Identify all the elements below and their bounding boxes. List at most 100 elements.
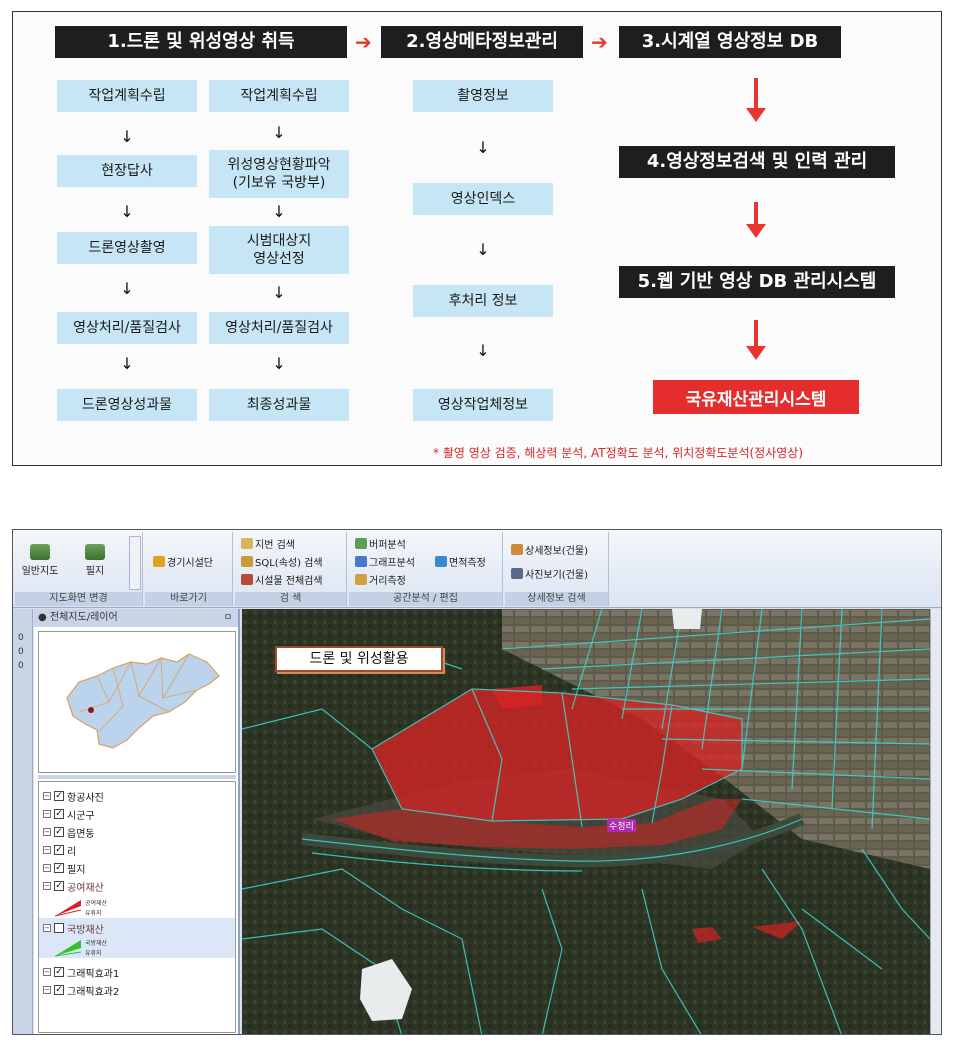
layer-item-defense-property[interactable]: − 국방재산: [43, 920, 104, 936]
down-arrow: ↓: [120, 127, 134, 146]
layer-checkbox[interactable]: ✓: [54, 827, 64, 837]
gis-app-window: 일반지도 필지 지도화면 변경 경기시설단 바로가기 지번 검색 SQL(속성)…: [12, 529, 942, 1035]
down-arrow: ↓: [272, 202, 286, 221]
building-detail-button[interactable]: 상세정보(건물): [511, 542, 588, 557]
layer-label: 필지: [67, 864, 86, 876]
header-step1: 1.드론 및 위성영상 취득: [55, 26, 347, 58]
building-icon: [511, 544, 523, 555]
layer-item-parcel[interactable]: − ✓ 필지: [43, 860, 85, 876]
layer-checkbox[interactable]: ✓: [54, 863, 64, 873]
collapse-icon[interactable]: −: [43, 986, 51, 994]
header-step3: 3.시계열 영상정보 DB: [619, 26, 841, 58]
map-scrollbar[interactable]: [930, 609, 941, 1034]
layer-checkbox[interactable]: ✓: [54, 845, 64, 855]
col3-box-4: 영상작업체정보: [413, 389, 553, 421]
gyeonggi-facility-button[interactable]: 경기시설단: [153, 554, 213, 569]
area-measure-button[interactable]: 면적측정: [435, 554, 486, 569]
group-label: 지도화면 변경: [15, 592, 142, 606]
facility-search-button[interactable]: 시설물 전체검색: [241, 572, 323, 587]
panel-title-text: 전체지도/레이어: [49, 612, 118, 623]
facility-search-label: 시설물 전체검색: [255, 576, 323, 587]
legend-label: 유휴지: [85, 910, 102, 917]
collapse-icon[interactable]: −: [43, 864, 51, 872]
parcel-icon: [85, 544, 105, 560]
collapse-icon[interactable]: −: [43, 968, 51, 976]
building-photo-button[interactable]: 사진보기(건물): [511, 566, 588, 581]
layer-item-donated-property[interactable]: − ✓ 공여재산: [43, 878, 104, 894]
down-arrow: ↓: [272, 354, 286, 373]
general-map-button[interactable]: 일반지도: [21, 544, 59, 577]
panel-header: ● 전체지도/레이어 ㅁ: [34, 609, 238, 627]
pin-icon: [153, 556, 165, 567]
gallery-scroll[interactable]: [129, 536, 141, 590]
ruler-icon: [355, 574, 367, 585]
lot-search-button[interactable]: 지번 검색: [241, 536, 295, 551]
parcel-label: 필지: [85, 566, 105, 577]
layer-checkbox[interactable]: [54, 923, 64, 933]
layer-checkbox[interactable]: ✓: [54, 881, 64, 891]
place-label: 수정리: [607, 819, 636, 832]
layer-panel: ● 전체지도/레이어 ㅁ − ✓ 항공사진 − ✓ 시군구 − ✓ 읍면동 − …: [34, 609, 240, 1034]
ribbon-group-shortcut: 경기시설단 바로가기: [145, 532, 233, 606]
collapse-icon[interactable]: −: [43, 810, 51, 818]
layer-item-aerial[interactable]: − ✓ 항공사진: [43, 788, 104, 804]
graph-icon: [355, 556, 367, 567]
photo-icon: [511, 568, 523, 579]
down-arrow: ↓: [120, 354, 134, 373]
collapse-icon[interactable]: −: [43, 846, 51, 854]
layer-label: 시군구: [67, 810, 95, 822]
footnote: * 촬영 영상 검증, 해상력 분석, AT정확도 분석, 위치정확도분석(정사…: [433, 446, 804, 460]
layer-checkbox[interactable]: ✓: [54, 967, 64, 977]
down-arrow: ↓: [272, 123, 286, 142]
layer-label: 항공사진: [67, 792, 104, 804]
layer-item-graphic-effect-1[interactable]: − ✓ 그래픽효과1: [43, 964, 119, 980]
lot-search-label: 지번 검색: [255, 540, 295, 551]
overview-minimap[interactable]: [38, 631, 236, 773]
sql-search-icon: [241, 556, 253, 567]
layer-item-sigungu[interactable]: − ✓ 시군구: [43, 806, 95, 822]
layer-item-ri[interactable]: − ✓ 리: [43, 842, 76, 858]
layer-label: 공여재산: [67, 882, 104, 894]
graph-analysis-label: 그래프분석: [369, 558, 415, 569]
layer-checkbox[interactable]: ✓: [54, 791, 64, 801]
layer-label: 그래픽효과2: [67, 986, 120, 998]
distance-measure-button[interactable]: 거리측정: [355, 572, 406, 587]
sql-search-label: SQL(속성) 검색: [255, 558, 323, 569]
col1-box-2: 현장답사: [57, 155, 197, 187]
layer-item-eupmyeondong[interactable]: − ✓ 읍면동: [43, 824, 95, 840]
collapse-icon[interactable]: −: [43, 882, 51, 890]
sql-search-button[interactable]: SQL(속성) 검색: [241, 554, 323, 569]
down-arrow: ↓: [476, 138, 490, 157]
pin-icon[interactable]: ㅁ: [224, 609, 232, 627]
down-arrow: ↓: [476, 240, 490, 259]
panel-title: ● 전체지도/레이어: [38, 612, 118, 623]
legend-label: 공여재산: [85, 900, 108, 907]
facility-search-icon: [241, 574, 253, 585]
layer-checkbox[interactable]: ✓: [54, 985, 64, 995]
col3-box-3: 후처리 정보: [413, 285, 553, 317]
layer-item-graphic-effect-2[interactable]: − ✓ 그래픽효과2: [43, 982, 119, 998]
gyeonggi-facility-label: 경기시설단: [167, 558, 213, 569]
workflow-diagram: 1.드론 및 위성영상 취득 ➔ 2.영상메타정보관리 ➔ 3.시계열 영상정보…: [12, 11, 942, 466]
col2-box-3: 시범대상지 영상선정: [209, 226, 349, 274]
down-arrow: ↓: [120, 202, 134, 221]
area-measure-label: 면적측정: [449, 558, 486, 569]
panel-splitter[interactable]: [38, 775, 236, 779]
ribbon-toolbar: 일반지도 필지 지도화면 변경 경기시설단 바로가기 지번 검색 SQL(속성)…: [13, 530, 941, 608]
right-step5: 5.웹 기반 영상 DB 관리시스템: [619, 266, 895, 298]
collapsed-side-tabs[interactable]: 0 0 0: [13, 609, 33, 1034]
buffer-analysis-button[interactable]: 버퍼분석: [355, 536, 406, 551]
map-icon: [30, 544, 50, 560]
map-canvas[interactable]: 수정리: [242, 609, 930, 1034]
col2-box-1: 작업계획수립: [209, 80, 349, 112]
collapse-icon[interactable]: −: [43, 924, 51, 932]
collapse-icon[interactable]: −: [43, 792, 51, 800]
graph-analysis-button[interactable]: 그래프분석: [355, 554, 415, 569]
header-step2: 2.영상메타정보관리: [381, 26, 583, 58]
collapse-icon[interactable]: −: [43, 828, 51, 836]
legend-swatch-red: [54, 900, 82, 917]
layer-checkbox[interactable]: ✓: [54, 809, 64, 819]
layer-label: 국방재산: [67, 924, 104, 936]
parcel-button[interactable]: 필지: [77, 544, 113, 577]
buffer-icon: [355, 538, 367, 549]
